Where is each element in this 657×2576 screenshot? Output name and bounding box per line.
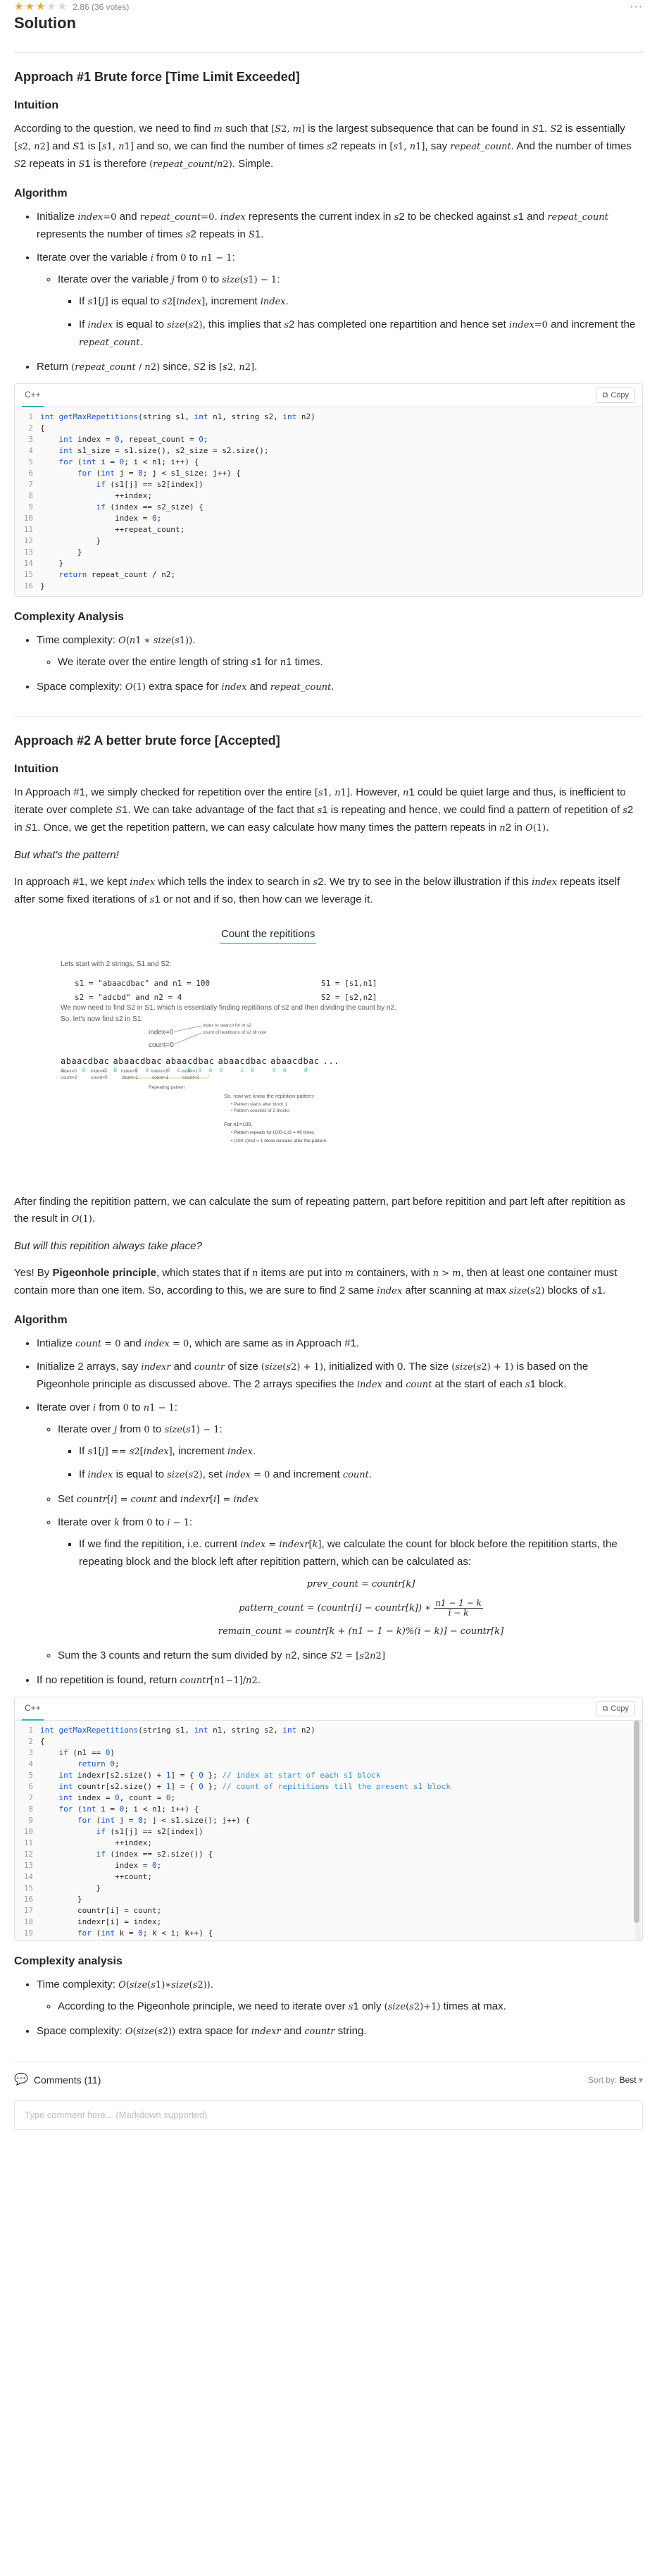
star-icon[interactable]: ★ (36, 1, 45, 13)
copy-button[interactable]: ⧉ Copy (596, 388, 635, 403)
line-numbers: 1 2 3 4 5 6 7 8 9 10 11 12 13 14 15 16 (23, 412, 33, 590)
list-item: According to the Pigeonhole principle, w… (58, 1998, 643, 2016)
rating-text: 2.86 (36 votes) (73, 2, 130, 12)
divider (14, 716, 643, 717)
approach2-algorithm-list: Intialize count = 0 and index = 0, which… (14, 1335, 643, 1690)
illustration-index-row: index=0 index=3 index=1 index=3 index=1 (61, 1069, 198, 1075)
list-item: Iterate over the variable i from 0 to n1… (37, 249, 643, 352)
list-item: If no repetition is found, return countr… (37, 1672, 643, 1690)
list-item: Iterate over j from 0 to size(s1) − 1: I… (58, 1421, 643, 1484)
list-item: Set countr[i] = count and indexr[i] = in… (58, 1491, 643, 1509)
illustration-count-row: count=0 count=0 count=1 count=1 count=2 (61, 1075, 199, 1081)
comment-input[interactable]: Type comment here... (Markdown supported… (14, 2100, 643, 2130)
illustration-lower: For n1=100, • Pattern repeats for (100-1… (54, 1116, 643, 1151)
copy-icon: ⧉ (602, 391, 608, 400)
sort-dropdown[interactable]: Sort by: Best ▾ (588, 2072, 643, 2088)
list-item: If s1[j] is equal to s2[index], incremen… (79, 293, 643, 311)
list-item: Intialize count = 0 and index = 0, which… (37, 1335, 643, 1353)
comment-icon: 💬 (14, 2074, 28, 2086)
copy-icon: ⧉ (602, 1704, 608, 1713)
approach2-question2: But will this repitition always take pla… (14, 1240, 202, 1252)
tab-cpp[interactable]: C++ (22, 1697, 44, 1721)
list-item: Initialize index=0 and repeat_count=0. i… (37, 209, 643, 244)
comments-title: Comments (11) (33, 2074, 101, 2086)
solution-title: Solution (14, 14, 76, 32)
code-lines[interactable]: int getMaxRepetitions(string s1, int n1,… (40, 411, 642, 592)
list-item: Sum the 3 counts and return the sum divi… (58, 1647, 643, 1665)
repetition-illustration: Count the repititions Lets start with 2 … (54, 926, 396, 1116)
approach2-complexity-heading: Complexity analysis (14, 1955, 123, 1967)
tab-cpp[interactable]: C++ (22, 384, 44, 407)
approach2-intuition-heading: Intuition (14, 763, 59, 775)
col-count: count=0 (61, 1075, 77, 1080)
comments-header: 💬 Comments (11) Sort by: Best ▾ (14, 2062, 643, 2091)
rating-bar: ★ ★ ★ ★ ★ 2.86 (36 votes) ··· (14, 0, 643, 14)
list-item: If index is equal to size(s2), set index… (79, 1466, 643, 1484)
list-item: Space complexity: O(1) extra space for i… (37, 679, 643, 696)
approach2-intuition-text: In Approach #1, we simply checked for re… (14, 786, 634, 834)
code-lines[interactable]: int getMaxRepetitions(string s1, int n1,… (40, 1725, 642, 1940)
repeating-pattern-label: Repeating pattern (149, 1085, 185, 1090)
list-item: Initialize 2 arrays, say indexr and coun… (37, 1358, 643, 1394)
approach2-title: Approach #2 A better brute force [Accept… (14, 733, 280, 748)
list-item: Time complexity: O(n1 ∗ size(s1)). We it… (37, 632, 643, 671)
approach2-algorithm-heading: Algorithm (14, 1314, 68, 1326)
approach2-complexity-list: Time complexity: O(size(s1)∗size(s2)). A… (14, 1976, 643, 2041)
divider (14, 52, 643, 53)
code-block-approach2: C++ ⧉Copy 123456789101112131415161718192… (14, 1697, 643, 1941)
star-icon[interactable]: ★ (25, 1, 34, 13)
approach2-pigeonhole-text: Yes! By Pigeonhole principle, which stat… (14, 1267, 618, 1296)
seq-tail: ... (323, 1056, 339, 1066)
more-icon[interactable]: ··· (630, 0, 643, 16)
line-numbers: 1234567891011121314151617181920212223242… (23, 1726, 33, 1940)
list-item: Iterate over k from 0 to i − 1: If we fi… (58, 1514, 643, 1640)
col-count: count=1 (121, 1075, 138, 1080)
list-item: Time complexity: O(size(s1)∗size(s2)). A… (37, 1976, 643, 2016)
illustration-arrows (123, 1025, 209, 1079)
list-item: Iterate over the variable j from 0 to si… (58, 271, 643, 352)
list-item: Return (repeat_count / n2) since, S2 is … (37, 359, 643, 376)
copy-button[interactable]: ⧉ Copy (596, 1701, 635, 1716)
approach2-question1: But what's the pattern! (14, 849, 119, 861)
approach2-pattern-text: In approach #1, we kept index which tell… (14, 876, 620, 905)
list-item: Iterate over i from 0 to n1 − 1: Iterate… (37, 1399, 643, 1665)
list-item: If s1[j] == s2[index], increment index. (79, 1443, 643, 1461)
approach1-title: Approach #1 Brute force [Time Limit Exce… (14, 70, 300, 84)
formula-pattern-count: pattern_count = (countr[i] − countr[k]) … (239, 1598, 483, 1618)
formula-prev-count: prev_count = countr[k] (306, 1579, 415, 1590)
col-index: index=0 (61, 1069, 77, 1074)
code-block-approach1: C++ ⧉ Copy 1 2 3 4 5 6 7 8 9 10 11 12 13 14 15 16 int ge… (14, 383, 643, 597)
list-item: Space complexity: O(size(s2)) extra spac… (37, 2023, 643, 2041)
scrollbar-thumb[interactable] (634, 1721, 639, 1924)
list-item: We iterate over the entire length of str… (58, 654, 643, 671)
approach1-intuition-heading: Intuition (14, 99, 59, 111)
col-index: index=1 (120, 1069, 137, 1074)
list-item: If we find the repitition, i.e. current … (79, 1536, 643, 1640)
illustration-bullet2: • Pattern consists of 2 blocks (231, 1108, 290, 1113)
approach1-intuition-text: According to the question, we need to fi… (14, 123, 632, 170)
chevron-down-icon: ▾ (638, 2075, 643, 2085)
illustration-now-know: So, now we know the repitition pattern: (224, 1093, 315, 1099)
star-icon[interactable]: ★ (46, 1, 56, 13)
col-count: count=1 (151, 1075, 169, 1080)
col-count: count=0 (91, 1075, 108, 1080)
code-scrollbar[interactable] (634, 1721, 641, 1940)
approach1-complexity-heading: Complexity Analysis (14, 611, 124, 623)
rating-stars[interactable]: ★ ★ ★ ★ ★ (14, 1, 67, 13)
star-icon[interactable]: ★ (58, 1, 67, 13)
formula-remain-count: remain_count = countr[k + (n1 − 1 − k)%(… (218, 1626, 504, 1637)
approach1-algorithm-list: Initialize index=0 and repeat_count=0. i… (14, 209, 643, 376)
illustration-bullet1: • Pattern starts after block 1 (231, 1102, 287, 1107)
col-index: index=3 (151, 1069, 168, 1074)
approach2-sum-text: After finding the repitition pattern, we… (14, 1196, 626, 1225)
list-item: If index is equal to size(s2), this impl… (79, 316, 643, 352)
col-index: index=1 (181, 1069, 198, 1074)
approach1-complexity-list: Time complexity: O(n1 ∗ size(s1)). We it… (14, 632, 643, 696)
col-index: index=3 (90, 1069, 107, 1074)
illustration-bullet4: • (100-1)%2 = 1 block remains after the … (231, 1139, 327, 1144)
col-count: count=2 (182, 1075, 199, 1080)
star-icon[interactable]: ★ (14, 1, 23, 13)
approach1-algorithm-heading: Algorithm (14, 187, 68, 199)
